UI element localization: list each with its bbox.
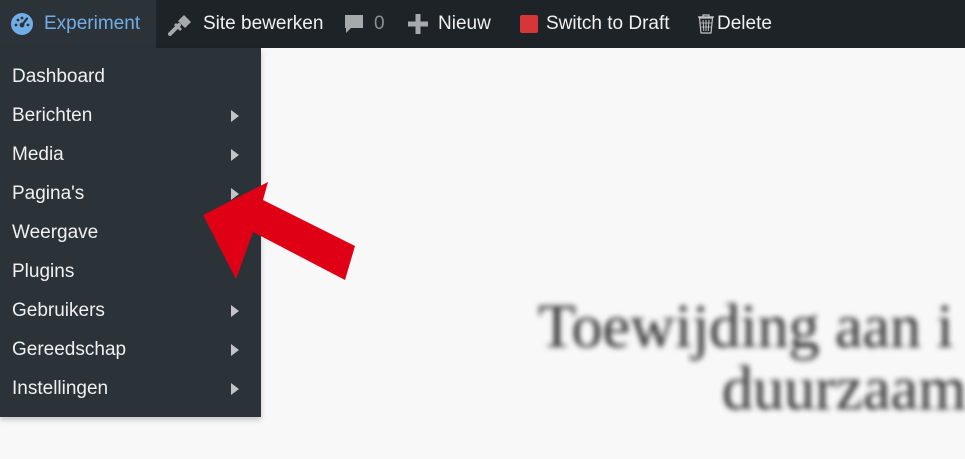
- delete-label: Delete: [717, 13, 772, 34]
- site-name-label: Experiment: [44, 13, 141, 34]
- page-headline: Toewijding aan i duurzaam: [538, 296, 965, 420]
- menu-item-label: Plugins: [12, 260, 75, 282]
- delete-button[interactable]: Delete: [697, 0, 797, 48]
- edit-site-button[interactable]: Site bewerken: [156, 0, 334, 48]
- edit-site-label: Site bewerken: [203, 13, 324, 34]
- menu-item-label: Gebruikers: [12, 299, 105, 321]
- comments-count: 0: [374, 13, 385, 34]
- draft-square-icon: [520, 15, 538, 33]
- switch-to-draft-button[interactable]: Switch to Draft: [520, 0, 697, 48]
- menu-item-label: Instellingen: [12, 377, 109, 399]
- submenu-arrow-icon: [231, 148, 239, 161]
- menu-item-label: Weergave: [12, 221, 99, 243]
- dashboard-gauge-icon: [10, 12, 34, 36]
- comment-bubble-icon: [343, 13, 365, 35]
- menu-item-gereedschap[interactable]: Gereedschap: [0, 330, 261, 369]
- admin-bar: Experiment Site bewerken 0 Nieuw Switch …: [0, 0, 965, 48]
- headline-line-1: Toewijding aan i: [538, 293, 954, 361]
- comments-button[interactable]: 0: [334, 0, 408, 48]
- menu-item-label: Pagina's: [12, 182, 85, 204]
- submenu-arrow-icon: [231, 304, 239, 317]
- site-name-menu[interactable]: Experiment: [0, 0, 156, 48]
- menu-item-label: Media: [12, 143, 64, 165]
- menu-item-instellingen[interactable]: Instellingen: [0, 369, 261, 408]
- red-arrow-icon: [195, 180, 360, 290]
- paintbrush-icon: [167, 11, 193, 37]
- submenu-arrow-icon: [231, 343, 239, 356]
- trash-icon: [697, 14, 715, 34]
- menu-item-label: Gereedschap: [12, 338, 127, 360]
- menu-item-media[interactable]: Media: [0, 135, 261, 174]
- headline-line-2: duurzaam: [722, 355, 965, 423]
- submenu-arrow-icon: [231, 109, 239, 122]
- switch-to-draft-label: Switch to Draft: [546, 13, 670, 34]
- menu-item-dashboard[interactable]: Dashboard: [0, 57, 261, 96]
- new-content-button[interactable]: Nieuw: [408, 0, 520, 48]
- menu-item-berichten[interactable]: Berichten: [0, 96, 261, 135]
- new-content-label: Nieuw: [438, 13, 491, 34]
- menu-item-gebruikers[interactable]: Gebruikers: [0, 291, 261, 330]
- submenu-arrow-icon: [231, 382, 239, 395]
- plus-icon: [408, 14, 428, 34]
- menu-item-label: Berichten: [12, 104, 93, 126]
- menu-item-label: Dashboard: [12, 65, 105, 87]
